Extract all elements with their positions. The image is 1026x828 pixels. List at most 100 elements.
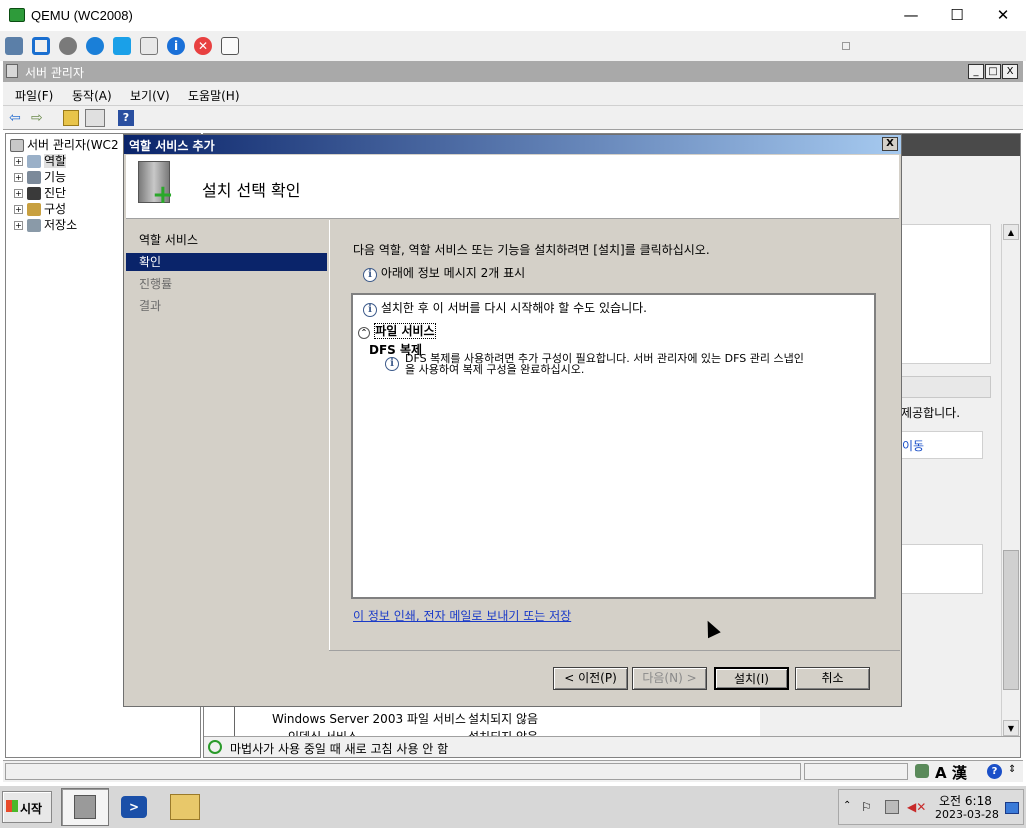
start-button[interactable]: 시작 [2,791,52,823]
diagnostics-icon [27,187,41,200]
network-icon[interactable] [885,800,899,814]
help-icon[interactable]: ? [118,110,134,126]
sm-restore-button[interactable]: □ [985,64,1001,79]
powershell-icon: > [121,796,147,818]
print-email-save-link[interactable]: 이 정보 인쇄, 전자 메일로 보내기 또는 저장 [353,607,571,624]
collapse-chevron-icon[interactable]: ⌃ [358,327,370,339]
section-title: 파일 서비스 [374,323,436,339]
sm-close-button[interactable]: X [1002,64,1018,79]
tree-item-features[interactable]: + 기능 [14,168,66,185]
menu-view[interactable]: 보기(V) [130,87,170,104]
dialog-close-button[interactable]: X [882,137,898,151]
clock-time[interactable]: 오전 6:18 [939,792,992,809]
menu-action[interactable]: 동작(A) [72,87,112,104]
info-count-line: i 아래에 정보 메시지 2개 표시 [363,264,525,282]
tree-item-configuration[interactable]: + 구성 [14,200,66,217]
qemu-logo-icon [9,8,25,22]
sm-minimize-button[interactable]: _ [968,64,984,79]
file-services-section[interactable]: ⌃ 파일 서비스 [358,322,448,339]
show-desktop-icon[interactable] [1005,802,1019,814]
up-folder-icon[interactable] [63,110,79,126]
start-label: 시작 [20,802,43,816]
scroll-down-arrow-icon[interactable]: ▼ [1003,720,1019,736]
tree-item-label: 역할 [44,154,67,168]
tree-item-roles[interactable]: + 역할 [14,152,67,169]
windows-logo-icon [6,800,18,812]
language-bar[interactable]: A 漢 ? ⇕ [911,761,1021,782]
server-manager-title-bar: 서버 관리자 _ □ X [3,61,1023,82]
volume-muted-icon[interactable]: ◀✕ [907,800,926,814]
table-row-name: Windows Server 2003 파일 서비스 [272,712,466,726]
expand-icon[interactable]: + [14,205,23,214]
status-pane-1 [5,763,801,780]
info-icon: i [363,303,377,317]
dfs-description-line2: 을 사용하여 복제 구성을 완료하십시오. [405,363,585,376]
language-icon[interactable] [915,764,929,778]
taskbar-server-manager[interactable] [61,788,109,826]
tree-item-label: 구성 [44,202,67,216]
language-bar-options-icon[interactable]: ⇕ [1008,764,1016,775]
settings-gear-icon[interactable] [59,37,77,55]
expand-icon[interactable]: + [14,173,23,182]
show-hide-tree-icon[interactable] [85,109,105,127]
server-manager-icon [74,795,96,819]
action-center-flag-icon[interactable]: ⚐ [861,800,872,814]
small-checkbox-icon[interactable] [842,42,850,50]
role-services-table: Windows Server 2003 파일 서비스 설치되지 않음 인덱싱 서… [204,706,760,738]
tree-item-label: 진단 [44,186,67,200]
taskbar-explorer[interactable] [162,788,210,826]
table-row-state: 설치되지 않음 [468,712,539,726]
dialog-heading: 설치 선택 확인 [202,181,301,200]
back-arrow-icon[interactable]: ⇦ [9,110,21,126]
connect-icon[interactable] [5,37,23,55]
forward-arrow-icon[interactable]: ⇨ [31,110,43,126]
step-role-services[interactable]: 역할 서비스 [126,231,327,249]
info-panel [901,544,983,594]
restart-notice-line: i 설치한 후 이 서버를 다시 시작해야 할 수도 있습니다. [363,299,647,317]
status-pane-2 [804,763,908,780]
scrollbar-thumb[interactable] [1003,550,1019,690]
refresh-icon[interactable] [86,37,104,55]
ime-mode-indicator[interactable]: A 漢 [935,762,967,783]
server-manager-icon [6,64,18,78]
role-description-text: 제공합니다. [901,406,961,420]
cancel-button[interactable]: 취소 [795,667,870,690]
add-plus-icon: + [152,180,174,210]
eject-icon[interactable] [221,37,239,55]
tree-item-diagnostics[interactable]: + 진단 [14,184,66,201]
qemu-minimize-button[interactable]: — [888,0,934,31]
divider [329,650,900,651]
expand-icon[interactable]: + [14,189,23,198]
step-confirm[interactable]: 확인 [126,253,327,271]
show-hidden-icons-icon[interactable]: ⌃ [843,800,851,811]
confirmation-messages[interactable]: i 설치한 후 이 서버를 다시 시작해야 할 수도 있습니다. ⌃ 파일 서비… [351,293,876,599]
install-button[interactable]: 설치(I) [714,667,789,690]
scroll-up-arrow-icon[interactable]: ▲ [1003,224,1019,240]
ime-help-icon[interactable]: ? [987,764,1002,779]
menu-help[interactable]: 도움말(H) [188,87,240,104]
configuration-icon [27,203,41,216]
taskbar-powershell[interactable]: > [115,792,155,822]
vertical-scrollbar[interactable]: ▲ ▼ [1001,224,1019,738]
qemu-close-button[interactable]: ✕ [980,0,1026,31]
goto-link[interactable]: 이동 [901,431,983,459]
fullscreen-icon[interactable] [32,37,50,55]
expand-icon[interactable]: + [14,221,23,230]
expand-icon[interactable]: + [14,157,23,166]
clock-date[interactable]: 2023-03-28 [935,808,999,821]
back-button[interactable]: < 이전(P) [553,667,628,690]
intro-text: 다음 역할, 역할 서비스 또는 기능을 설치하려면 [설치]를 클릭하십시오. [353,243,710,257]
disk-icon[interactable] [140,37,158,55]
step-results: 결과 [139,299,162,313]
next-button: 다음(N) > [632,667,707,690]
tree-item-storage[interactable]: + 저장소 [14,216,77,233]
server-icon [10,139,24,152]
tree-root[interactable]: 서버 관리자(WC2 [10,136,119,153]
refresh-icon [208,740,222,754]
qemu-maximize-button[interactable]: ☐ [934,0,980,31]
windows-icon[interactable] [113,37,131,55]
roles-icon [27,155,41,168]
dialog-title-bar: 역할 서비스 추가 X [124,135,901,154]
qemu-window-title: QEMU (WC2008) [31,8,133,23]
menu-file[interactable]: 파일(F) [15,87,53,104]
